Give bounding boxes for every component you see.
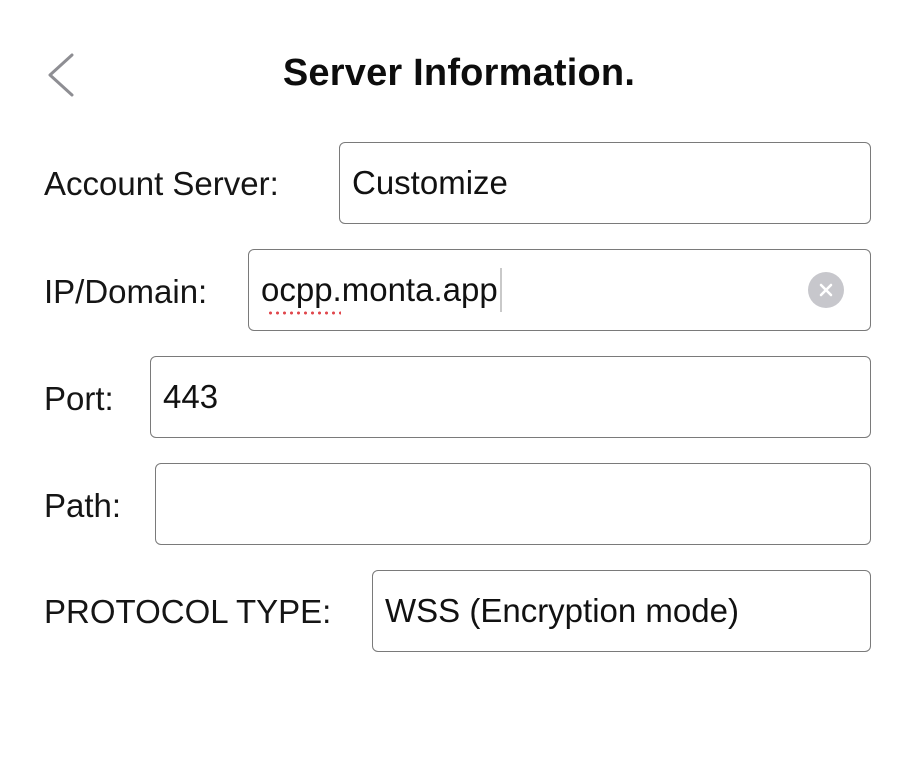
ip-domain-value: ocpp.monta.app xyxy=(261,271,498,315)
protocol-type-value: WSS (Encryption mode) xyxy=(385,592,739,629)
port-input[interactable]: 443 xyxy=(150,356,871,438)
account-server-value: Customize xyxy=(352,164,508,201)
ip-domain-input[interactable]: ocpp.monta.app xyxy=(248,249,871,331)
text-caret xyxy=(499,268,502,312)
account-server-select[interactable]: Customize xyxy=(339,142,871,224)
port-label: Port: xyxy=(44,380,114,417)
protocol-type-select[interactable]: WSS (Encryption mode) xyxy=(372,570,871,652)
navigation-bar: Server Information. xyxy=(0,0,918,150)
account-server-label: Account Server: xyxy=(44,165,279,202)
protocol-type-label: PROTOCOL TYPE: xyxy=(44,593,332,630)
ip-domain-label: IP/Domain: xyxy=(44,273,208,310)
path-label: Path: xyxy=(44,487,122,524)
port-value: 443 xyxy=(163,378,219,415)
clear-text-button[interactable] xyxy=(808,272,844,308)
page-title: Server Information. xyxy=(282,52,636,94)
clear-circle-icon xyxy=(819,283,833,297)
path-input[interactable] xyxy=(155,463,871,545)
